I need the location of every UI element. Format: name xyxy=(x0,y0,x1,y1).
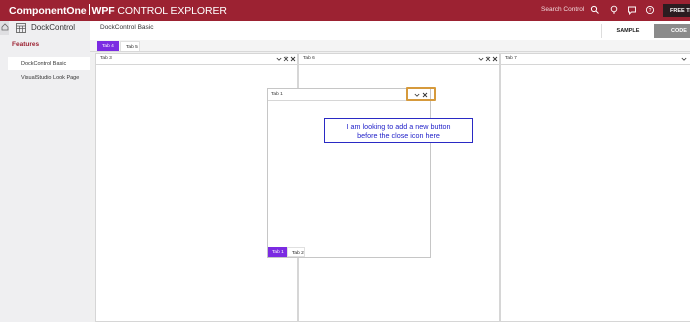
annotation-highlight-box xyxy=(406,87,436,101)
brand-product: WPF xyxy=(91,5,115,17)
free-trial-button[interactable]: FREE TRIAL xyxy=(663,4,690,17)
code-tab-button[interactable]: CODE xyxy=(654,24,690,38)
dock-control-icon xyxy=(16,23,26,33)
features-heading: Features xyxy=(12,41,40,48)
pane-header: Tab 7 xyxy=(501,54,690,65)
bottom-tab-1[interactable]: Tab 1 xyxy=(268,247,287,257)
chat-icon[interactable] xyxy=(627,5,637,15)
brand-name: ComponentOne xyxy=(9,5,87,17)
close-icon[interactable] xyxy=(290,56,296,62)
sidebar-item-dockcontrol-basic[interactable]: DockControl Basic xyxy=(8,57,90,70)
floating-window-tab-1[interactable]: Tab 1 xyxy=(267,88,431,258)
sample-tab-button[interactable]: SAMPLE xyxy=(601,24,654,38)
close-icon[interactable] xyxy=(492,56,498,62)
annotation-line-2: before the close icon here xyxy=(357,131,440,140)
pane-title: Tab 3 xyxy=(100,56,112,61)
floating-window-title: Tab 1 xyxy=(271,92,283,97)
annotation-line-1: I am looking to add a new button xyxy=(346,122,451,131)
breadcrumb: DockControl Basic xyxy=(100,24,154,31)
lightbulb-icon[interactable] xyxy=(609,5,619,15)
chevron-down-icon[interactable] xyxy=(478,56,484,62)
brand-divider xyxy=(88,4,90,15)
svg-text:?: ? xyxy=(649,8,652,14)
control-name: DockControl xyxy=(31,23,76,32)
pane-title: Tab 7 xyxy=(505,56,517,61)
bottom-tab-2[interactable]: Tab 2 xyxy=(287,247,305,257)
app-brand: ComponentOne WPF CONTROL EXPLORER xyxy=(9,4,227,17)
sidebar-item-visualstudio-look[interactable]: VisualStudio Look Page xyxy=(8,71,90,84)
chevron-down-icon[interactable] xyxy=(681,56,687,62)
content-header xyxy=(90,21,690,40)
chevron-down-icon[interactable] xyxy=(414,92,420,98)
help-icon[interactable]: ? xyxy=(645,5,655,15)
home-icon[interactable] xyxy=(1,23,9,31)
close-icon[interactable] xyxy=(422,92,428,98)
pane-header: Tab 3 xyxy=(96,54,297,65)
pane-header: Tab 6 xyxy=(299,54,499,65)
search-control-input[interactable]: Search Control xyxy=(541,6,584,13)
brand-title: CONTROL EXPLORER xyxy=(117,5,227,17)
dock-pane-tab-7: Tab 7 xyxy=(500,53,690,322)
tab-4[interactable]: Tab 4 xyxy=(97,41,119,51)
pin-icon[interactable] xyxy=(283,56,289,62)
pin-icon[interactable] xyxy=(485,56,491,62)
chevron-down-icon[interactable] xyxy=(276,56,282,62)
dock-tabstrip xyxy=(90,40,690,52)
pane-title: Tab 6 xyxy=(303,56,315,61)
tab-5[interactable]: Tab 5 xyxy=(120,41,140,51)
search-icon[interactable] xyxy=(590,5,600,15)
annotation-callout: I am looking to add a new button before … xyxy=(324,118,473,143)
